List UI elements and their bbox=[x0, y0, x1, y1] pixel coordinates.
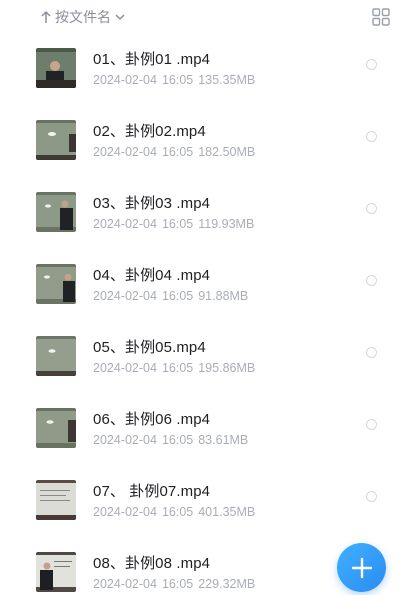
list-item[interactable]: 05、卦例05.mp4 2024-02-04 16:05 195.86MB bbox=[20, 328, 397, 400]
file-size: 229.32MB bbox=[198, 577, 256, 591]
file-time: 16:05 bbox=[161, 145, 194, 159]
file-date: 2024-02-04 bbox=[93, 73, 157, 87]
file-size: 135.35MB bbox=[198, 73, 256, 87]
file-meta: 2024-02-04 16:05 195.86MB bbox=[93, 361, 255, 375]
sort-label: 按文件名 bbox=[55, 9, 111, 25]
file-meta: 2024-02-04 16:05 91.88MB bbox=[93, 289, 248, 303]
file-name: 07、 卦例07.mp4 bbox=[93, 483, 211, 500]
chevron-down-icon bbox=[115, 14, 125, 21]
file-date: 2024-02-04 bbox=[93, 577, 157, 591]
sort-by-name-button[interactable]: 按文件名 bbox=[40, 7, 126, 27]
file-size: 91.88MB bbox=[198, 289, 249, 303]
video-thumbnail bbox=[36, 192, 76, 232]
file-size: 83.61MB bbox=[198, 433, 249, 447]
file-name: 04、卦例04 .mp4 bbox=[93, 267, 211, 284]
file-name: 03、卦例03 .mp4 bbox=[93, 195, 211, 212]
select-radio[interactable] bbox=[366, 419, 377, 430]
file-time: 16:05 bbox=[161, 73, 194, 87]
file-name: 05、卦例05.mp4 bbox=[93, 339, 206, 356]
file-date: 2024-02-04 bbox=[93, 433, 157, 447]
select-radio[interactable] bbox=[366, 203, 377, 214]
select-radio[interactable] bbox=[366, 275, 377, 286]
file-meta: 2024-02-04 16:05 229.32MB bbox=[93, 577, 255, 591]
video-thumbnail bbox=[36, 552, 76, 592]
file-size: 182.50MB bbox=[198, 145, 256, 159]
list-item[interactable]: 04、卦例04 .mp4 2024-02-04 16:05 91.88MB bbox=[20, 256, 397, 328]
video-thumbnail bbox=[36, 264, 76, 304]
file-name: 02、卦例02.mp4 bbox=[93, 123, 206, 140]
file-time: 16:05 bbox=[161, 433, 194, 447]
file-meta: 2024-02-04 16:05 119.93MB bbox=[93, 217, 254, 231]
file-time: 16:05 bbox=[161, 505, 194, 519]
file-date: 2024-02-04 bbox=[93, 505, 157, 519]
file-name: 06、卦例06 .mp4 bbox=[93, 411, 211, 428]
file-meta: 2024-02-04 16:05 401.35MB bbox=[93, 505, 255, 519]
file-name: 01、卦例01 .mp4 bbox=[93, 51, 211, 68]
video-thumbnail bbox=[36, 480, 76, 520]
list-item[interactable]: 02、卦例02.mp4 2024-02-04 16:05 182.50MB bbox=[20, 112, 397, 184]
list-item[interactable]: 06、卦例06 .mp4 2024-02-04 16:05 83.61MB bbox=[20, 400, 397, 472]
select-radio[interactable] bbox=[366, 491, 377, 502]
list-item[interactable]: 01、卦例01 .mp4 2024-02-04 16:05 135.35MB bbox=[20, 40, 397, 112]
video-thumbnail bbox=[36, 120, 76, 160]
select-radio[interactable] bbox=[366, 347, 377, 358]
file-date: 2024-02-04 bbox=[93, 361, 157, 375]
video-thumbnail bbox=[36, 408, 76, 448]
plus-icon bbox=[351, 557, 372, 578]
file-meta: 2024-02-04 16:05 182.50MB bbox=[93, 145, 255, 159]
file-size: 401.35MB bbox=[198, 505, 256, 519]
file-name: 08、卦例08 .mp4 bbox=[93, 555, 211, 572]
file-time: 16:05 bbox=[161, 289, 194, 303]
video-thumbnail bbox=[36, 48, 76, 88]
select-radio[interactable] bbox=[366, 131, 377, 142]
file-date: 2024-02-04 bbox=[93, 217, 157, 231]
file-meta: 2024-02-04 16:05 83.61MB bbox=[93, 433, 248, 447]
file-date: 2024-02-04 bbox=[93, 289, 157, 303]
select-radio[interactable] bbox=[366, 59, 377, 70]
file-browser-page: 按文件名 01、卦例01 .mp4 2024-02-04 16:05 135.3… bbox=[0, 0, 418, 595]
arrow-up-icon bbox=[41, 10, 51, 23]
sort-bar: 按文件名 bbox=[0, 0, 418, 34]
file-time: 16:05 bbox=[161, 217, 194, 231]
file-meta: 2024-02-04 16:05 135.35MB bbox=[93, 73, 255, 87]
file-size: 119.93MB bbox=[198, 217, 255, 231]
file-size: 195.86MB bbox=[198, 361, 256, 375]
file-time: 16:05 bbox=[161, 577, 194, 591]
add-button[interactable] bbox=[337, 543, 386, 592]
file-date: 2024-02-04 bbox=[93, 145, 157, 159]
list-item[interactable]: 07、 卦例07.mp4 2024-02-04 16:05 401.35MB bbox=[20, 472, 397, 544]
grid-view-icon[interactable] bbox=[372, 8, 390, 26]
video-thumbnail bbox=[36, 336, 76, 376]
file-time: 16:05 bbox=[161, 361, 194, 375]
list-item[interactable]: 03、卦例03 .mp4 2024-02-04 16:05 119.93MB bbox=[20, 184, 397, 256]
